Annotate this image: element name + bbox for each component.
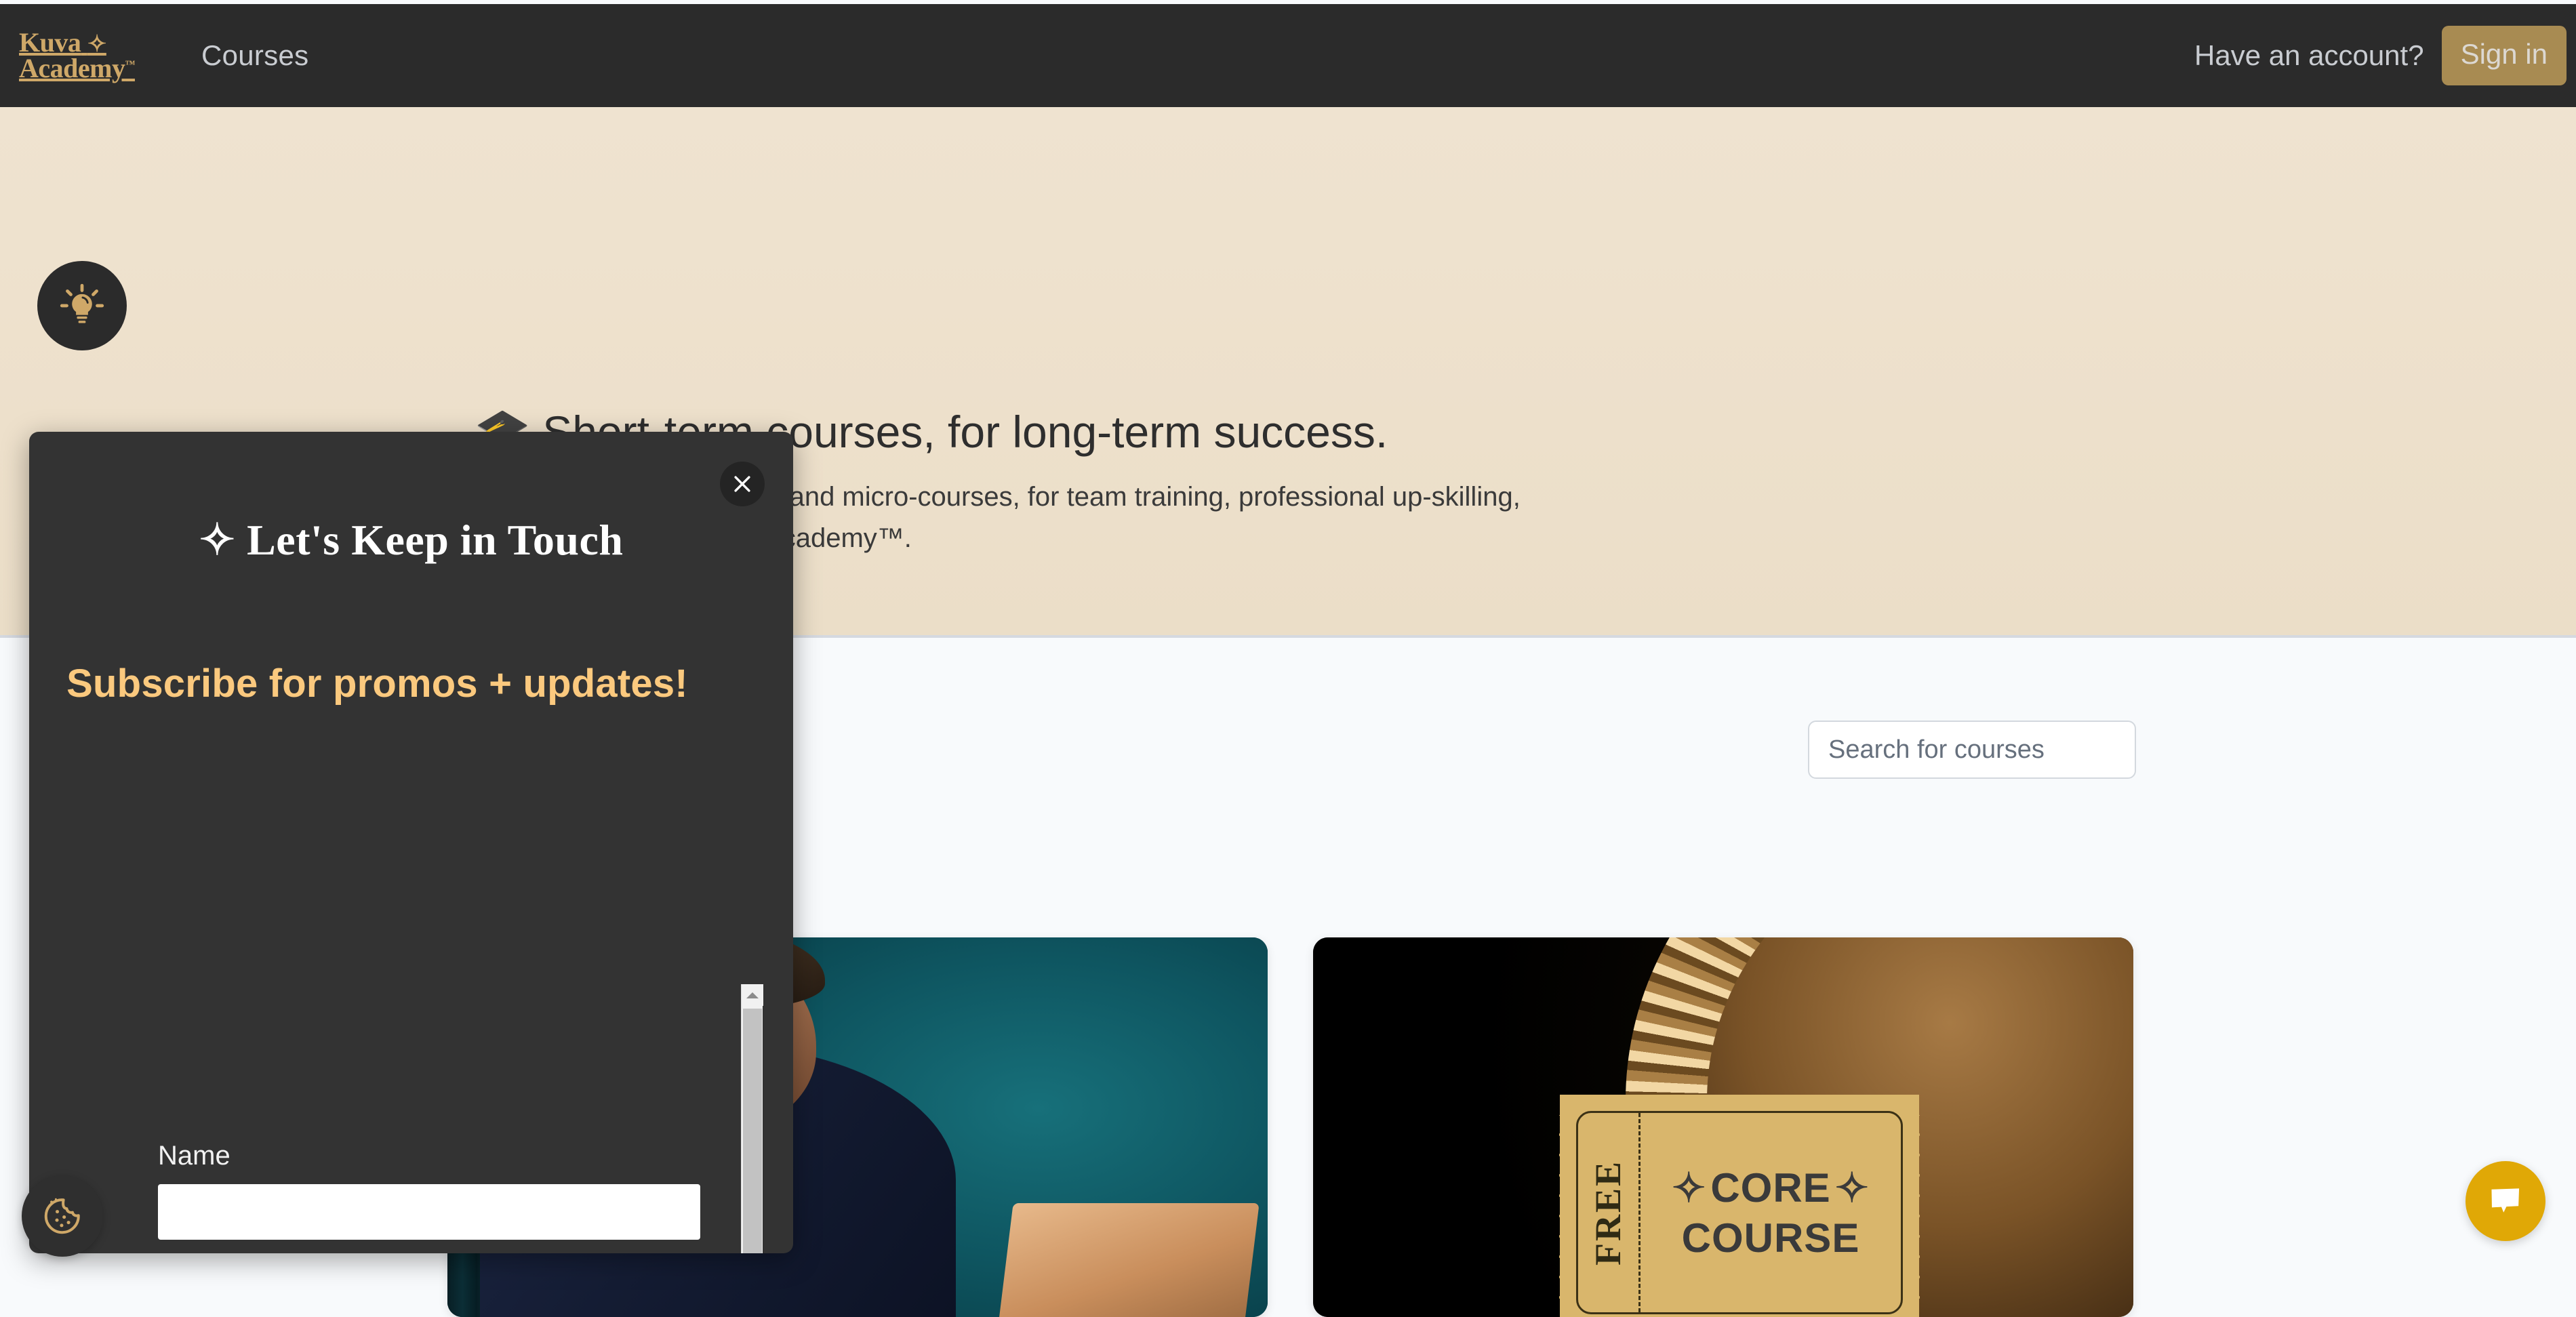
sparkle-icon: ✧ — [199, 516, 236, 564]
modal-close-button[interactable] — [720, 462, 765, 506]
cookie-consent-button[interactable] — [22, 1175, 103, 1257]
newsletter-modal: ✧ Let's Keep in Touch Subscribe for prom… — [29, 432, 793, 1253]
lightbulb-badge — [37, 261, 127, 350]
ticket-free-stub: FREE — [1578, 1113, 1641, 1312]
navbar-right-group: Have an account? Sign in — [2194, 4, 2576, 107]
modal-title-text: Let's Keep in Touch — [247, 516, 624, 564]
sparkle-icon-left: ✧ — [1672, 1164, 1707, 1211]
ticket-line-2: COURSE — [1682, 1215, 1860, 1261]
brand-logo-line-1: Kuva ✧ — [19, 26, 106, 58]
ticket-core-label: CORE — [1710, 1165, 1831, 1211]
cookie-icon — [44, 1198, 80, 1234]
ticket-notch-right — [1909, 1115, 1920, 1310]
top-navbar: Kuva ✧ Academy™ Courses Have an account?… — [0, 4, 2576, 107]
modal-scrollbar[interactable] — [741, 984, 763, 1253]
chevron-up-icon — [746, 992, 759, 998]
close-icon — [734, 476, 750, 492]
name-field-label: Name — [158, 1141, 230, 1171]
course-card-rolex-watch[interactable]: FREE ✧ CORE ✧ COURSE — [1313, 937, 2133, 1317]
ticket-notch-left — [1559, 1115, 1570, 1310]
have-account-label: Have an account? — [2194, 39, 2424, 71]
ticket-line-1: ✧ CORE ✧ — [1672, 1164, 1870, 1212]
modal-subtitle: Subscribe for promos + updates! — [66, 662, 688, 706]
ticket-inner-border: FREE ✧ CORE ✧ COURSE — [1576, 1111, 1903, 1314]
search-input[interactable] — [1808, 721, 2136, 779]
chat-widget-button[interactable] — [2466, 1161, 2545, 1241]
sign-in-button[interactable]: Sign in — [2441, 26, 2567, 85]
free-core-course-ticket-badge: FREE ✧ CORE ✧ COURSE — [1559, 1095, 1920, 1317]
trademark-mark: ™ — [125, 59, 135, 70]
image-layer-laptop — [997, 1203, 1260, 1317]
scrollbar-thumb[interactable] — [743, 1009, 762, 1253]
ticket-course-label: COURSE — [1681, 1215, 1860, 1261]
brand-logo-line-2: Academy™ — [19, 53, 135, 84]
nav-item-courses[interactable]: Courses — [201, 39, 309, 72]
ticket-body: ✧ CORE ✧ COURSE — [1641, 1113, 1901, 1312]
chat-bubble-icon — [2491, 1188, 2520, 1213]
ticket-free-label: FREE — [1588, 1159, 1629, 1266]
lightbulb-icon — [60, 283, 104, 323]
brand-logo[interactable]: Kuva ✧ Academy™ — [19, 26, 135, 84]
modal-title: ✧ Let's Keep in Touch — [29, 515, 793, 565]
sparkle-icon-right: ✧ — [1834, 1164, 1870, 1211]
name-input[interactable] — [158, 1184, 700, 1240]
navbar-left-group: Kuva ✧ Academy™ Courses — [0, 26, 309, 84]
scrollbar-up-arrow-button[interactable] — [742, 984, 763, 1006]
